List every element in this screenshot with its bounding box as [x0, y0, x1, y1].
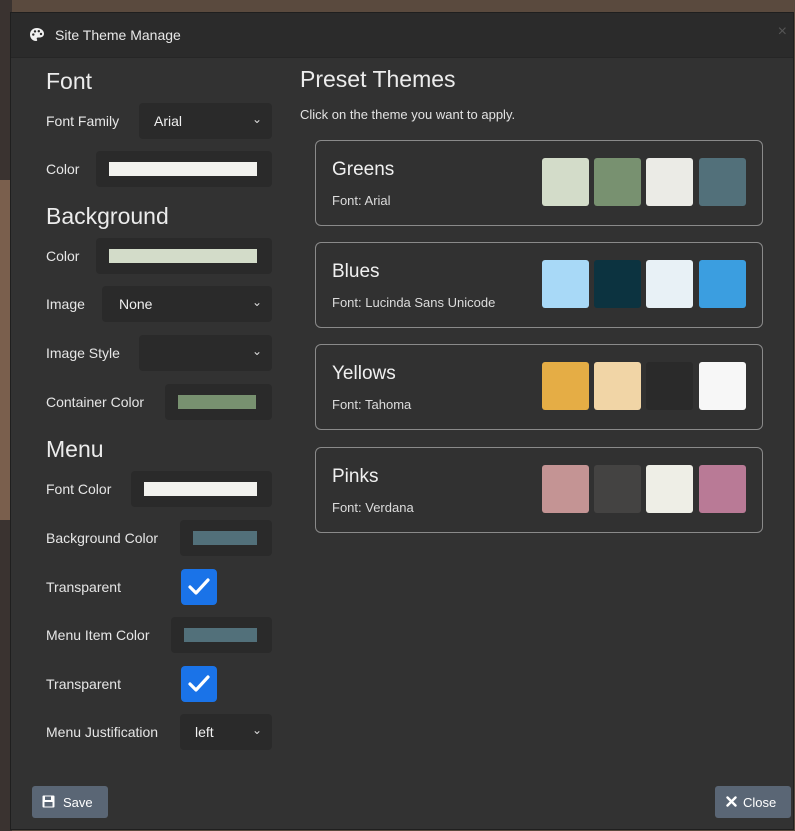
container-color-picker[interactable]	[165, 384, 272, 420]
transparent-label: Transparent	[46, 676, 121, 692]
theme-name: Pinks	[332, 466, 379, 487]
save-button-label: Save	[63, 795, 93, 810]
theme-color-swatch	[699, 158, 746, 206]
theme-color-swatch	[699, 260, 746, 308]
menu-justification-label: Menu Justification	[46, 724, 159, 740]
menu-background-color-swatch	[193, 531, 257, 545]
theme-name: Greens	[332, 159, 395, 180]
menu-font-color-picker[interactable]	[131, 471, 272, 507]
close-icon	[726, 796, 737, 807]
close-button-label: Close	[743, 795, 777, 810]
check-icon	[188, 675, 210, 692]
image-select[interactable]: None ⌄	[102, 286, 272, 322]
dialog-header: Site Theme Manage ×	[11, 13, 793, 58]
theme-card-yellows[interactable]: Yellows Font: Tahoma	[315, 344, 763, 430]
font-section-heading: Font	[46, 68, 93, 94]
theme-swatches	[542, 158, 746, 206]
theme-card-greens[interactable]: Greens Font: Arial	[315, 140, 763, 226]
theme-card-blues[interactable]: Blues Font: Lucinda Sans Unicode	[315, 242, 763, 328]
chevron-down-icon: ⌄	[251, 344, 262, 358]
background-color-picker[interactable]	[96, 238, 272, 274]
menu-background-color-label: Background Color	[46, 530, 159, 546]
theme-font: Font: Arial	[332, 193, 391, 208]
theme-color-swatch	[542, 362, 589, 410]
chevron-down-icon: ⌄	[251, 112, 262, 126]
background-color-swatch	[109, 249, 257, 263]
menu-justification-value: left	[195, 724, 214, 740]
save-button[interactable]: Save	[32, 786, 108, 818]
theme-color-swatch	[594, 465, 641, 513]
theme-font: Font: Lucinda Sans Unicode	[332, 295, 496, 310]
menu-background-color-picker[interactable]	[180, 520, 272, 556]
theme-card-pinks[interactable]: Pinks Font: Verdana	[315, 447, 763, 533]
chevron-down-icon: ⌄	[251, 723, 262, 737]
theme-color-swatch	[646, 362, 693, 410]
theme-font: Font: Verdana	[332, 500, 414, 515]
theme-color-swatch	[542, 465, 589, 513]
theme-color-swatch	[699, 362, 746, 410]
floppy-icon	[42, 795, 55, 808]
check-icon	[188, 578, 210, 595]
menu-font-color-swatch	[144, 482, 257, 496]
theme-color-swatch	[646, 465, 693, 513]
font-family-value: Arial	[154, 113, 183, 129]
preset-themes-instructions: Click on the theme you want to apply.	[300, 107, 516, 122]
image-style-label: Image Style	[46, 345, 120, 361]
font-color-picker[interactable]	[96, 151, 272, 187]
container-color-label: Container Color	[46, 394, 145, 410]
menu-justification-select[interactable]: left ⌄	[180, 714, 272, 750]
theme-name: Yellows	[332, 363, 396, 384]
menu-section-heading: Menu	[46, 436, 104, 462]
theme-swatches	[542, 362, 746, 410]
transparent-label: Transparent	[46, 579, 121, 595]
theme-color-swatch	[594, 362, 641, 410]
dialog-title: Site Theme Manage	[55, 27, 181, 43]
menu-font-color-label: Font Color	[46, 481, 112, 497]
header-close-icon[interactable]: ×	[778, 23, 787, 41]
font-family-select[interactable]: Arial ⌄	[139, 103, 272, 139]
palette-icon	[30, 28, 44, 41]
theme-color-swatch	[699, 465, 746, 513]
theme-swatches	[542, 260, 746, 308]
font-color-label: Color	[46, 161, 80, 177]
chevron-down-icon: ⌄	[251, 295, 262, 309]
theme-color-swatch	[594, 158, 641, 206]
theme-color-swatch	[646, 260, 693, 308]
theme-swatches	[542, 465, 746, 513]
container-color-swatch	[178, 395, 256, 409]
theme-color-swatch	[594, 260, 641, 308]
font-family-label: Font Family	[46, 113, 120, 129]
transparent-checkbox[interactable]	[181, 666, 217, 702]
background-color-label: Color	[46, 248, 80, 264]
theme-font: Font: Tahoma	[332, 397, 412, 412]
theme-manager-dialog: Site Theme Manage × Font Font Family Ari…	[10, 12, 794, 830]
preset-themes-heading: Preset Themes	[300, 66, 456, 92]
theme-color-swatch	[646, 158, 693, 206]
image-style-select[interactable]: ⌄	[139, 335, 272, 371]
menu-item-color-label: Menu Item Color	[46, 627, 150, 643]
font-color-swatch	[109, 162, 257, 176]
theme-color-swatch	[542, 260, 589, 308]
close-button[interactable]: Close	[715, 786, 791, 818]
theme-color-swatch	[542, 158, 589, 206]
image-value: None	[119, 296, 153, 312]
background-section-heading: Background	[46, 203, 169, 229]
theme-name: Blues	[332, 261, 380, 282]
menu-item-color-picker[interactable]	[171, 617, 272, 653]
menu-item-color-swatch	[184, 628, 257, 642]
transparent-checkbox[interactable]	[181, 569, 217, 605]
image-label: Image	[46, 296, 85, 312]
